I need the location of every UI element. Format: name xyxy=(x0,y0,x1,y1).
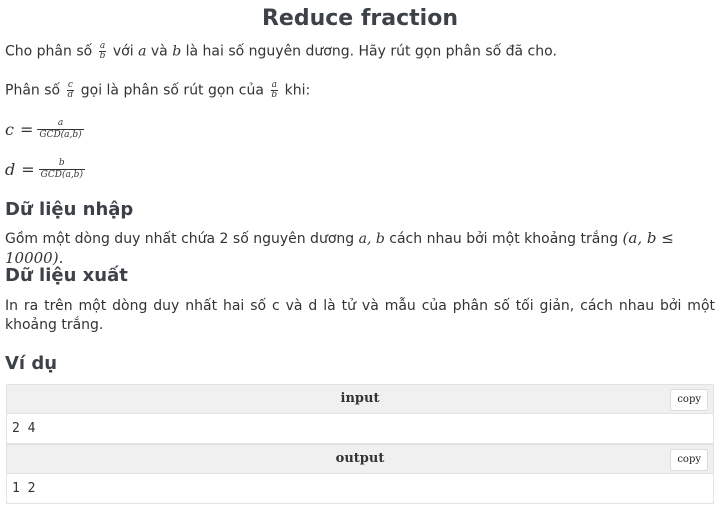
fraction-a-b: ab xyxy=(270,80,278,100)
copy-output-button[interactable]: copy xyxy=(670,449,708,471)
def-text: Phân số xyxy=(5,82,61,99)
example-heading: Ví dụ xyxy=(5,353,58,374)
definition-paragraph: Phân số cd gọi là phân số rút gọn của ab… xyxy=(5,81,715,101)
input-heading: Dữ liệu nhập xyxy=(5,199,134,220)
formula-d: d = b GCD(a,b) xyxy=(5,158,85,180)
input-description: Gồm một dòng duy nhất chứa 2 số nguyên d… xyxy=(5,229,674,267)
input-label: input xyxy=(340,391,380,406)
page-title: Reduce fraction xyxy=(261,6,459,31)
input-value: 2 4 xyxy=(6,414,714,444)
output-box-header: output copy xyxy=(6,444,714,474)
output-heading: Dữ liệu xuất xyxy=(5,265,128,286)
copy-input-button[interactable]: copy xyxy=(670,389,708,411)
intro-text: là hai số nguyên dương. Hãy rút gọn phân… xyxy=(185,43,557,60)
formula-c: c = a GCD(a,b) xyxy=(5,118,84,140)
math-var: a xyxy=(138,43,147,60)
output-description: In ra trên một dòng duy nhất hai số c và… xyxy=(5,298,715,333)
intro-text: và xyxy=(150,43,168,60)
intro-paragraph: Cho phân số ab với a và b là hai số nguy… xyxy=(5,42,715,62)
input-box-header: input copy xyxy=(6,384,714,414)
math-var: b xyxy=(172,43,182,60)
intro-text: Cho phân số xyxy=(5,43,93,60)
intro-text: với xyxy=(112,43,134,60)
fraction-c-d: cd xyxy=(66,80,74,100)
def-text: gọi là phân số rút gọn của xyxy=(80,82,264,99)
def-text: khi: xyxy=(284,82,311,99)
output-value: 1 2 xyxy=(6,474,714,504)
output-label: output xyxy=(335,451,385,466)
fraction-a-b: ab xyxy=(98,41,107,61)
